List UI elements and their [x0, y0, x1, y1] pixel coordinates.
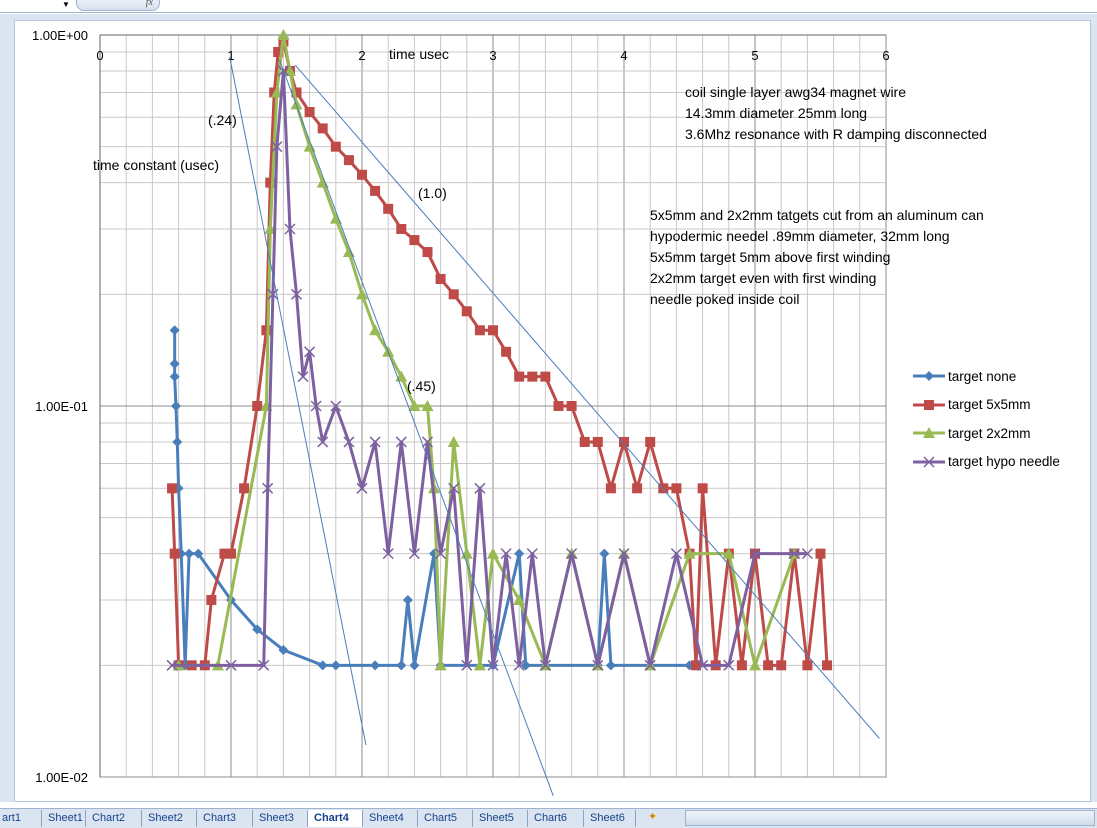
data-point-target-5x5mm [488, 325, 498, 336]
sheet-tab-sheet3[interactable]: Sheet3 [253, 810, 308, 827]
sheet-tab-chart2[interactable]: Chart2 [86, 810, 142, 827]
sheet-tab-sheet2[interactable]: Sheet2 [142, 810, 197, 827]
legend-item: target none [912, 362, 1060, 391]
insert-sheet-icon[interactable]: ✦ [648, 810, 657, 823]
data-point-target-5x5mm [370, 185, 381, 196]
data-point-target-5x5mm [261, 325, 272, 336]
sheet-tab-chart6[interactable]: Chart6 [528, 810, 584, 827]
data-point-target-5x5mm [330, 141, 341, 152]
data-point-target-5x5mm [592, 436, 603, 447]
x-tick-label: 6 [882, 48, 889, 63]
annotation-tc1: (.24) [208, 112, 237, 128]
data-point-target-5x5mm [501, 346, 512, 357]
x-axis-title: time usec [389, 46, 449, 62]
x-tick-label: 5 [751, 48, 758, 63]
data-point-target-5x5mm [815, 548, 826, 559]
note-line: hypodermic needel .89mm diameter, 32mm l… [650, 228, 950, 244]
note-line: 14.3mm diameter 25mm long [685, 105, 868, 121]
sheet-tab-bar: art1 Sheet1 Chart2 Sheet2 Chart3 Sheet3 Chart4… [0, 808, 1097, 828]
x-tick-label: 0 [96, 48, 103, 63]
data-point-target-5x5mm [206, 594, 217, 605]
data-point-target-5x5mm [169, 548, 180, 559]
data-point-target-5x5mm [763, 660, 774, 671]
legend-swatch-triangle-icon [913, 427, 945, 439]
note-line: 2x2mm target even with first winding [650, 270, 877, 286]
data-point-target-5x5mm [527, 371, 538, 382]
data-point-target-5x5mm [802, 660, 813, 671]
sheet-tab-sheet6[interactable]: Sheet6 [584, 810, 636, 827]
annotation-tc3: (.45) [407, 378, 436, 394]
legend-item: target hypo needle [912, 448, 1060, 477]
data-point-target-5x5mm [435, 273, 446, 284]
data-point-target-5x5mm [605, 483, 616, 494]
data-point-target-5x5mm [553, 401, 564, 411]
sheet-tab-sheet5[interactable]: Sheet5 [473, 810, 528, 827]
data-point-target-5x5mm [474, 325, 485, 336]
data-point-target-5x5mm [239, 483, 250, 494]
data-point-target-5x5mm [343, 155, 354, 166]
y-axis-title: time constant (usec) [93, 157, 220, 173]
data-point-target-5x5mm [226, 548, 236, 559]
data-point-target-5x5mm [383, 203, 394, 214]
sheet-tab-chart5[interactable]: Chart5 [418, 810, 473, 827]
note-line: coil single layer awg34 magnet wire [685, 84, 906, 100]
x-tick-label: 4 [620, 48, 627, 63]
notes-coil: coil single layer awg34 magnet wire 14.3m… [685, 82, 987, 145]
data-point-target-5x5mm [396, 223, 407, 234]
note-line: 5x5mm and 2x2mm tatgets cut from an alum… [650, 207, 984, 223]
legend-label: target hypo needle [948, 454, 1060, 470]
x-tick-label: 1 [227, 48, 234, 63]
data-point-target-5x5mm [409, 235, 420, 246]
sheet-tab-chart4[interactable]: Chart4 [308, 810, 363, 827]
legend-label: target 5x5mm [948, 397, 1031, 413]
x-tick-label: 3 [489, 48, 496, 63]
sheet-tab-art1[interactable]: art1 [0, 810, 42, 827]
legend-marker [924, 371, 934, 382]
data-point-target-5x5mm [448, 289, 459, 300]
data-point-target-5x5mm [671, 483, 682, 494]
legend-swatch-diamond-icon [913, 371, 945, 382]
data-point-target-5x5mm [304, 107, 315, 118]
data-point-target-5x5mm [579, 436, 590, 447]
data-point-target-5x5mm [632, 483, 643, 494]
sheet-tab-sheet4[interactable]: Sheet4 [363, 810, 418, 827]
legend-item: target 5x5mm [912, 391, 1060, 420]
x-tick-label: 2 [358, 48, 365, 63]
legend-label: target none [948, 368, 1017, 384]
sheet-tab-chart3[interactable]: Chart3 [197, 810, 253, 827]
data-point-target-5x5mm [422, 247, 433, 258]
data-point-target-5x5mm [697, 483, 708, 494]
data-point-target-5x5mm [357, 169, 367, 180]
horizontal-scrollbar[interactable] [685, 810, 1095, 826]
legend-item: target 2x2mm [912, 419, 1060, 448]
data-point-target-5x5mm [736, 660, 747, 671]
data-point-target-5x5mm [252, 401, 263, 411]
note-line: 5x5mm target 5mm above first winding [650, 249, 891, 265]
data-point-target-5x5mm [645, 436, 656, 447]
y-tick-label: 1.00E-02 [35, 770, 88, 785]
legend-swatch-x-icon [913, 456, 945, 468]
data-point-target-5x5mm [317, 123, 328, 134]
data-point-target-5x5mm [566, 401, 577, 411]
y-tick-label: 1.00E-01 [35, 399, 88, 414]
legend-marker [924, 399, 934, 410]
data-point-target-5x5mm [167, 483, 178, 494]
data-point-target-5x5mm [776, 660, 787, 671]
data-point-target-5x5mm [461, 306, 472, 317]
sheet-tab-sheet1[interactable]: Sheet1 [42, 810, 86, 827]
notes-targets: 5x5mm and 2x2mm tatgets cut from an alum… [650, 205, 984, 310]
note-line: needle poked inside coil [650, 291, 800, 307]
data-point-target-5x5mm [822, 660, 833, 671]
legend: target none target 5x5mm target 2x2mm targe… [912, 362, 1060, 476]
annotation-tc2: (1.0) [418, 185, 447, 201]
legend-swatch-square-icon [913, 399, 945, 410]
data-point-target-5x5mm [540, 371, 551, 382]
data-point-target-5x5mm [619, 436, 629, 447]
y-tick-label: 1.00E+00 [32, 28, 88, 43]
data-point-target-5x5mm [514, 371, 525, 382]
legend-label: target 2x2mm [948, 425, 1031, 441]
note-line: 3.6Mhz resonance with R damping disconne… [685, 126, 987, 142]
